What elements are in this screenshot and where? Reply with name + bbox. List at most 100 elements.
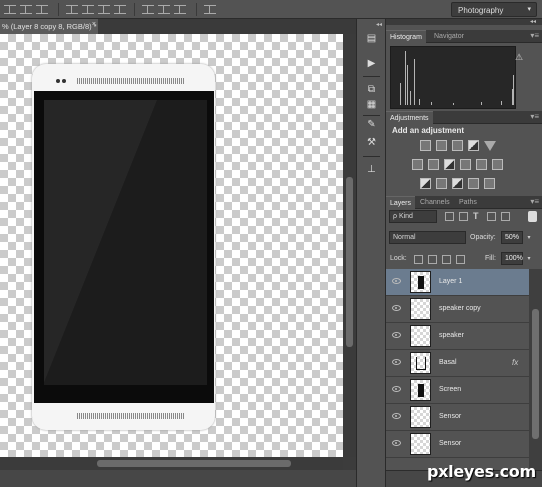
opacity-label: Opacity:: [470, 234, 496, 241]
channel-mixer-icon[interactable]: [476, 159, 487, 170]
align-bottom-icon[interactable]: [36, 5, 48, 14]
panel-menu-icon[interactable]: ▾≡: [530, 197, 539, 206]
brush-icon[interactable]: ✎: [364, 117, 379, 132]
tab-layers[interactable]: Layers: [386, 196, 416, 209]
opacity-field[interactable]: 50%: [501, 231, 523, 244]
layers-panel-tabs: Layers Channels Paths ▾≡: [386, 196, 542, 209]
tab-navigator[interactable]: Navigator: [430, 30, 468, 43]
layer-name[interactable]: Basal: [439, 359, 457, 366]
distribute-vcenter-icon[interactable]: [82, 5, 94, 14]
layer-filter-kind-select[interactable]: ρ Kind: [389, 210, 437, 223]
hue-saturation-icon[interactable]: [412, 159, 423, 170]
scroll-thumb[interactable]: [346, 177, 353, 347]
layer-row[interactable]: Basal fx: [386, 350, 529, 377]
layers-scrollbar[interactable]: [529, 269, 542, 470]
pixel-filter-icon[interactable]: [445, 212, 454, 221]
distribute-left-icon[interactable]: [114, 5, 126, 14]
visibility-eye-icon[interactable]: [392, 278, 401, 284]
vibrance-icon[interactable]: [484, 141, 496, 151]
photo-filter-icon[interactable]: [460, 159, 471, 170]
canvas-horizontal-scrollbar[interactable]: [0, 457, 343, 470]
character-icon[interactable]: ⊥: [364, 162, 379, 177]
canvas-vertical-scrollbar[interactable]: [343, 34, 356, 457]
layer-name[interactable]: Layer 1: [439, 278, 462, 285]
phone-screen: [44, 100, 207, 385]
type-filter-icon[interactable]: T: [473, 212, 482, 221]
visibility-eye-icon[interactable]: [392, 386, 401, 392]
clone-source-icon[interactable]: ⧉: [364, 82, 379, 97]
auto-align-icon[interactable]: [204, 5, 216, 14]
lock-transparency-icon[interactable]: [414, 255, 423, 264]
chevron-down-icon[interactable]: ▾: [524, 252, 534, 265]
scroll-thumb[interactable]: [532, 309, 539, 439]
layer-row[interactable]: Sensor: [386, 431, 529, 458]
tab-paths[interactable]: Paths: [455, 196, 481, 209]
panel-dock-header: ◂◂: [386, 19, 542, 25]
exposure-icon[interactable]: [468, 140, 479, 151]
cache-warning-icon[interactable]: ⚠: [515, 52, 523, 63]
panel-menu-icon[interactable]: ▾≡: [530, 112, 539, 121]
layer-row[interactable]: Layer 1: [386, 269, 529, 296]
color-lookup-icon[interactable]: [492, 159, 503, 170]
layer-name[interactable]: Sensor: [439, 413, 461, 420]
tab-adjustments[interactable]: Adjustments: [386, 111, 433, 124]
actions-icon[interactable]: ▶: [364, 56, 379, 71]
invert-icon[interactable]: [420, 178, 431, 189]
layer-name[interactable]: speaker copy: [439, 305, 481, 312]
color-balance-icon[interactable]: [428, 159, 439, 170]
document-tab[interactable]: % (Layer 8 copy 8, RGB/8) * ×: [0, 19, 98, 34]
adjustment-filter-icon[interactable]: [459, 212, 468, 221]
history-icon[interactable]: ▤: [364, 31, 379, 46]
panel-menu-icon[interactable]: ▾≡: [530, 31, 539, 40]
tab-channels[interactable]: Channels: [416, 196, 454, 209]
posterize-icon[interactable]: [436, 178, 447, 189]
align-top-icon[interactable]: [4, 5, 16, 14]
curves-icon[interactable]: [452, 140, 463, 151]
close-icon[interactable]: ×: [92, 21, 96, 28]
visibility-eye-icon[interactable]: [392, 359, 401, 365]
fill-field[interactable]: 100%: [501, 252, 523, 265]
layer-row[interactable]: speaker copy: [386, 296, 529, 323]
tab-histogram[interactable]: Histogram: [386, 30, 426, 43]
lock-all-icon[interactable]: [456, 255, 465, 264]
visibility-eye-icon[interactable]: [392, 305, 401, 311]
scroll-thumb[interactable]: [97, 460, 291, 467]
smart-object-filter-icon[interactable]: [501, 212, 510, 221]
document-tab-title: (Layer 8 copy 8, RGB/8) *: [10, 22, 97, 31]
layer-name[interactable]: Screen: [439, 386, 461, 393]
layer-effects-icon[interactable]: fx: [512, 358, 518, 367]
distribute-top-icon[interactable]: [66, 5, 78, 14]
distribute-bottom-icon[interactable]: [98, 5, 110, 14]
visibility-eye-icon[interactable]: [392, 413, 401, 419]
phone-speaker-bottom: [77, 413, 185, 419]
visibility-eye-icon[interactable]: [392, 440, 401, 446]
layer-name[interactable]: speaker: [439, 332, 464, 339]
lock-pixels-icon[interactable]: [428, 255, 437, 264]
collapse-icon[interactable]: ◂◂: [376, 21, 382, 28]
brightness-icon[interactable]: [420, 140, 431, 151]
threshold-icon[interactable]: [452, 178, 463, 189]
properties-icon[interactable]: ▦: [364, 97, 379, 112]
distribute-hcenter-icon[interactable]: [142, 5, 154, 14]
workspace-switcher[interactable]: Photography ▾: [451, 2, 537, 17]
shape-filter-icon[interactable]: [487, 212, 496, 221]
black-white-icon[interactable]: [444, 159, 455, 170]
align-vcenter-icon[interactable]: [20, 5, 32, 14]
blend-mode-select[interactable]: Normal: [389, 231, 466, 244]
selective-color-icon[interactable]: [468, 178, 479, 189]
document-canvas[interactable]: [0, 34, 343, 457]
distribute-right-icon[interactable]: [158, 5, 170, 14]
collapse-icon[interactable]: ◂◂: [530, 18, 536, 25]
align-left-icon[interactable]: [174, 5, 186, 14]
layer-row[interactable]: speaker: [386, 323, 529, 350]
lock-position-icon[interactable]: [442, 255, 451, 264]
tool-presets-icon[interactable]: ⚒: [364, 135, 379, 150]
visibility-eye-icon[interactable]: [392, 332, 401, 338]
layer-row[interactable]: Sensor: [386, 404, 529, 431]
layer-name[interactable]: Sensor: [439, 440, 461, 447]
gradient-map-icon[interactable]: [484, 178, 495, 189]
chevron-down-icon[interactable]: ▾: [524, 231, 534, 244]
levels-icon[interactable]: [436, 140, 447, 151]
filter-toggle[interactable]: [528, 211, 537, 222]
layer-row[interactable]: Screen: [386, 377, 529, 404]
